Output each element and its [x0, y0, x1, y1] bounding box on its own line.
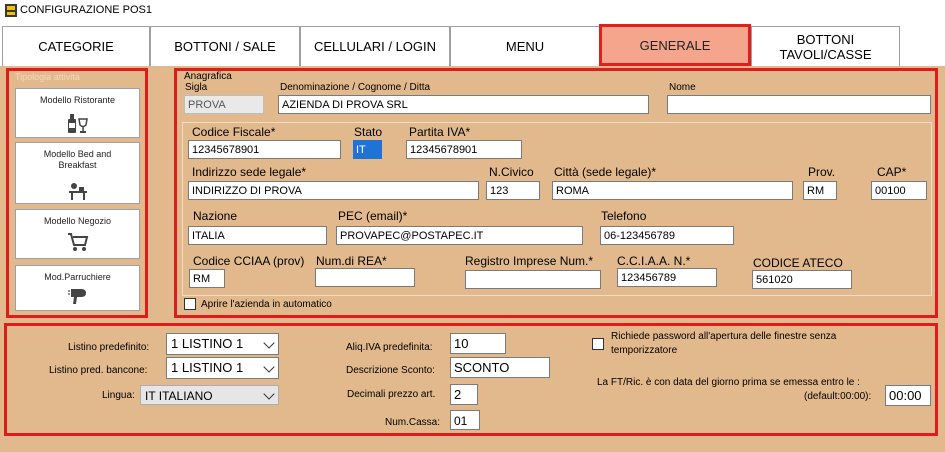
select-value: IT ITALIANO: [145, 389, 213, 403]
listino-bancone-select[interactable]: 1 LISTINO 1: [166, 357, 279, 379]
title-bar: CONFIGURAZIONE POS1: [0, 0, 945, 22]
tab-generale[interactable]: GENERALE: [599, 24, 751, 66]
codice-cciaa-label: Codice CCIAA (prov): [193, 254, 305, 268]
prov-label: Prov.: [808, 165, 836, 179]
civico-label: N.Civico: [489, 165, 534, 179]
prov-field[interactable]: RM: [803, 181, 837, 200]
tab-bottoni-tavoli-casse[interactable]: BOTTONI TAVOLI/CASSE: [751, 26, 900, 66]
descrizione-sconto-field[interactable]: SCONTO: [450, 357, 550, 378]
tab-bottoni-sale[interactable]: BOTTONI / SALE: [150, 26, 300, 66]
nazione-label: Nazione: [193, 209, 238, 223]
num-cassa-label: Num.Cassa:: [385, 417, 441, 428]
ft-ric-time-field[interactable]: 00:00: [885, 385, 931, 406]
anagrafica-legend: Anagrafica: [184, 71, 232, 82]
pec-label: PEC (email)*: [338, 209, 408, 223]
modello-ristorante-button[interactable]: Modello Ristorante: [15, 88, 140, 138]
partita-iva-label: Partita IVA*: [409, 125, 471, 139]
nazione-field[interactable]: ITALIA: [188, 226, 327, 245]
ft-ric-label-line1: La FT/Ric. è con data del giorno prima s…: [597, 377, 860, 388]
cap-field[interactable]: 00100: [871, 181, 927, 200]
nome-label: Nome: [669, 82, 696, 93]
window-title: CONFIGURAZIONE POS1: [20, 4, 153, 16]
sigla-field[interactable]: PROVA: [184, 95, 264, 114]
password-richiesta-label-line1: Richiede password all'apertura delle fin…: [611, 331, 837, 342]
modello-bed-breakfast-button[interactable]: Modello Bed and Breakfast: [15, 142, 140, 204]
button-label: Mod.Parruchiere: [44, 272, 111, 282]
codice-ateco-field[interactable]: 561020: [752, 270, 852, 289]
tab-categorie[interactable]: CATEGORIE: [2, 26, 150, 66]
ft-ric-label-line2: (default:00:00):: [804, 391, 872, 402]
listino-bancone-label: Listino pred. bancone:: [49, 365, 148, 376]
tab-label: CATEGORIE: [38, 39, 114, 54]
shopping-cart-icon: [67, 233, 88, 251]
registro-imprese-label: Registro Imprese Num.*: [465, 254, 594, 268]
tab-label: CELLULARI / LOGIN: [313, 39, 437, 54]
tab-menu[interactable]: MENU: [450, 26, 600, 66]
password-richiesta-label-line2: temporizzatore: [611, 345, 678, 356]
codice-cciaa-field[interactable]: RM: [189, 269, 225, 288]
telefono-field[interactable]: 06-123456789: [600, 226, 734, 245]
aliq-iva-field[interactable]: 10: [450, 333, 506, 354]
chevron-down-icon: [263, 361, 275, 373]
denominazione-field[interactable]: AZIENDA DI PROVA SRL: [278, 95, 649, 114]
button-label: Modello Ristorante: [39, 95, 116, 105]
chevron-down-icon: [263, 337, 275, 349]
tab-label-line1: BOTTONI: [796, 31, 855, 47]
mod-parrucchiere-button[interactable]: Mod.Parruchiere: [15, 265, 140, 311]
button-label-line1: Modello Bed and: [43, 149, 112, 159]
civico-field[interactable]: 123: [486, 181, 540, 200]
codice-fiscale-field[interactable]: 12345678901: [188, 140, 341, 159]
aprire-auto-label: Aprire l'azienda in automatico: [201, 299, 332, 310]
aprire-auto-checkbox[interactable]: [184, 298, 196, 310]
stato-label: Stato: [354, 125, 383, 139]
pec-field[interactable]: PROVAPEC@POSTAPEC.IT: [336, 226, 583, 245]
citta-field[interactable]: ROMA: [552, 181, 793, 200]
tab-cellulari-login[interactable]: CELLULARI / LOGIN: [300, 26, 450, 66]
codice-fiscale-label: Codice Fiscale*: [192, 125, 276, 139]
partita-iva-field[interactable]: 12345678901: [406, 140, 522, 159]
hair-dryer-icon: [67, 289, 86, 304]
tab-label: BOTTONI / SALE: [174, 39, 276, 54]
chevron-down-icon: [263, 388, 275, 400]
bed-breakfast-table-icon: [68, 183, 87, 200]
denominazione-label: Denominazione / Cognome / Ditta: [280, 82, 431, 93]
citta-label: Città (sede legale)*: [554, 165, 657, 179]
lingua-select[interactable]: IT ITALIANO: [140, 385, 279, 405]
descrizione-sconto-label: Descrizione Sconto:: [346, 365, 435, 376]
aliq-iva-label: Aliq.IVA predefinita:: [346, 342, 433, 353]
select-value: 1 LISTINO 1: [171, 336, 244, 351]
tab-label: GENERALE: [639, 37, 711, 53]
restaurant-bottle-glass-icon: [67, 114, 88, 133]
button-label: Modello Negozio: [43, 216, 112, 226]
decimali-prezzo-field[interactable]: 2: [450, 384, 478, 405]
cciaa-n-field[interactable]: 123456789: [617, 268, 717, 287]
modello-negozio-button[interactable]: Modello Negozio: [15, 209, 140, 259]
cciaa-n-label: C.C.I.A.A. N.*: [617, 254, 691, 268]
num-cassa-field[interactable]: 01: [450, 410, 480, 430]
nome-field[interactable]: [667, 95, 931, 114]
tab-bar: CATEGORIE BOTTONI / SALE CELLULARI / LOG…: [0, 24, 945, 66]
stato-field[interactable]: IT: [353, 140, 382, 159]
lingua-label: Lingua:: [102, 390, 135, 401]
num-rea-field[interactable]: [315, 268, 415, 287]
registro-imprese-field[interactable]: [465, 270, 601, 289]
num-rea-label: Num.di REA*: [316, 254, 387, 268]
app-icon: [5, 4, 17, 17]
telefono-label: Telefono: [601, 209, 647, 223]
sigla-label: Sigla: [185, 82, 208, 93]
indirizzo-label: Indirizzo sede legale*: [192, 165, 307, 179]
tab-label: MENU: [505, 39, 545, 54]
button-label-line2: Breakfast: [58, 160, 97, 170]
listino-predefinito-select[interactable]: 1 LISTINO 1: [166, 333, 279, 355]
decimali-prezzo-label: Decimali prezzo art.: [347, 389, 436, 400]
indirizzo-field[interactable]: INDIRIZZO DI PROVA: [188, 181, 479, 200]
select-value: 1 LISTINO 1: [171, 360, 244, 375]
cap-label: CAP*: [877, 165, 907, 179]
tab-label-line2: TAVOLI/CASSE: [779, 46, 872, 62]
tipologia-legend: Tipologia attività: [15, 72, 80, 82]
codice-ateco-label: CODICE ATECO: [753, 256, 843, 270]
password-richiesta-checkbox[interactable]: [592, 338, 604, 350]
listino-predefinito-label: Listino predefinito:: [68, 342, 150, 353]
